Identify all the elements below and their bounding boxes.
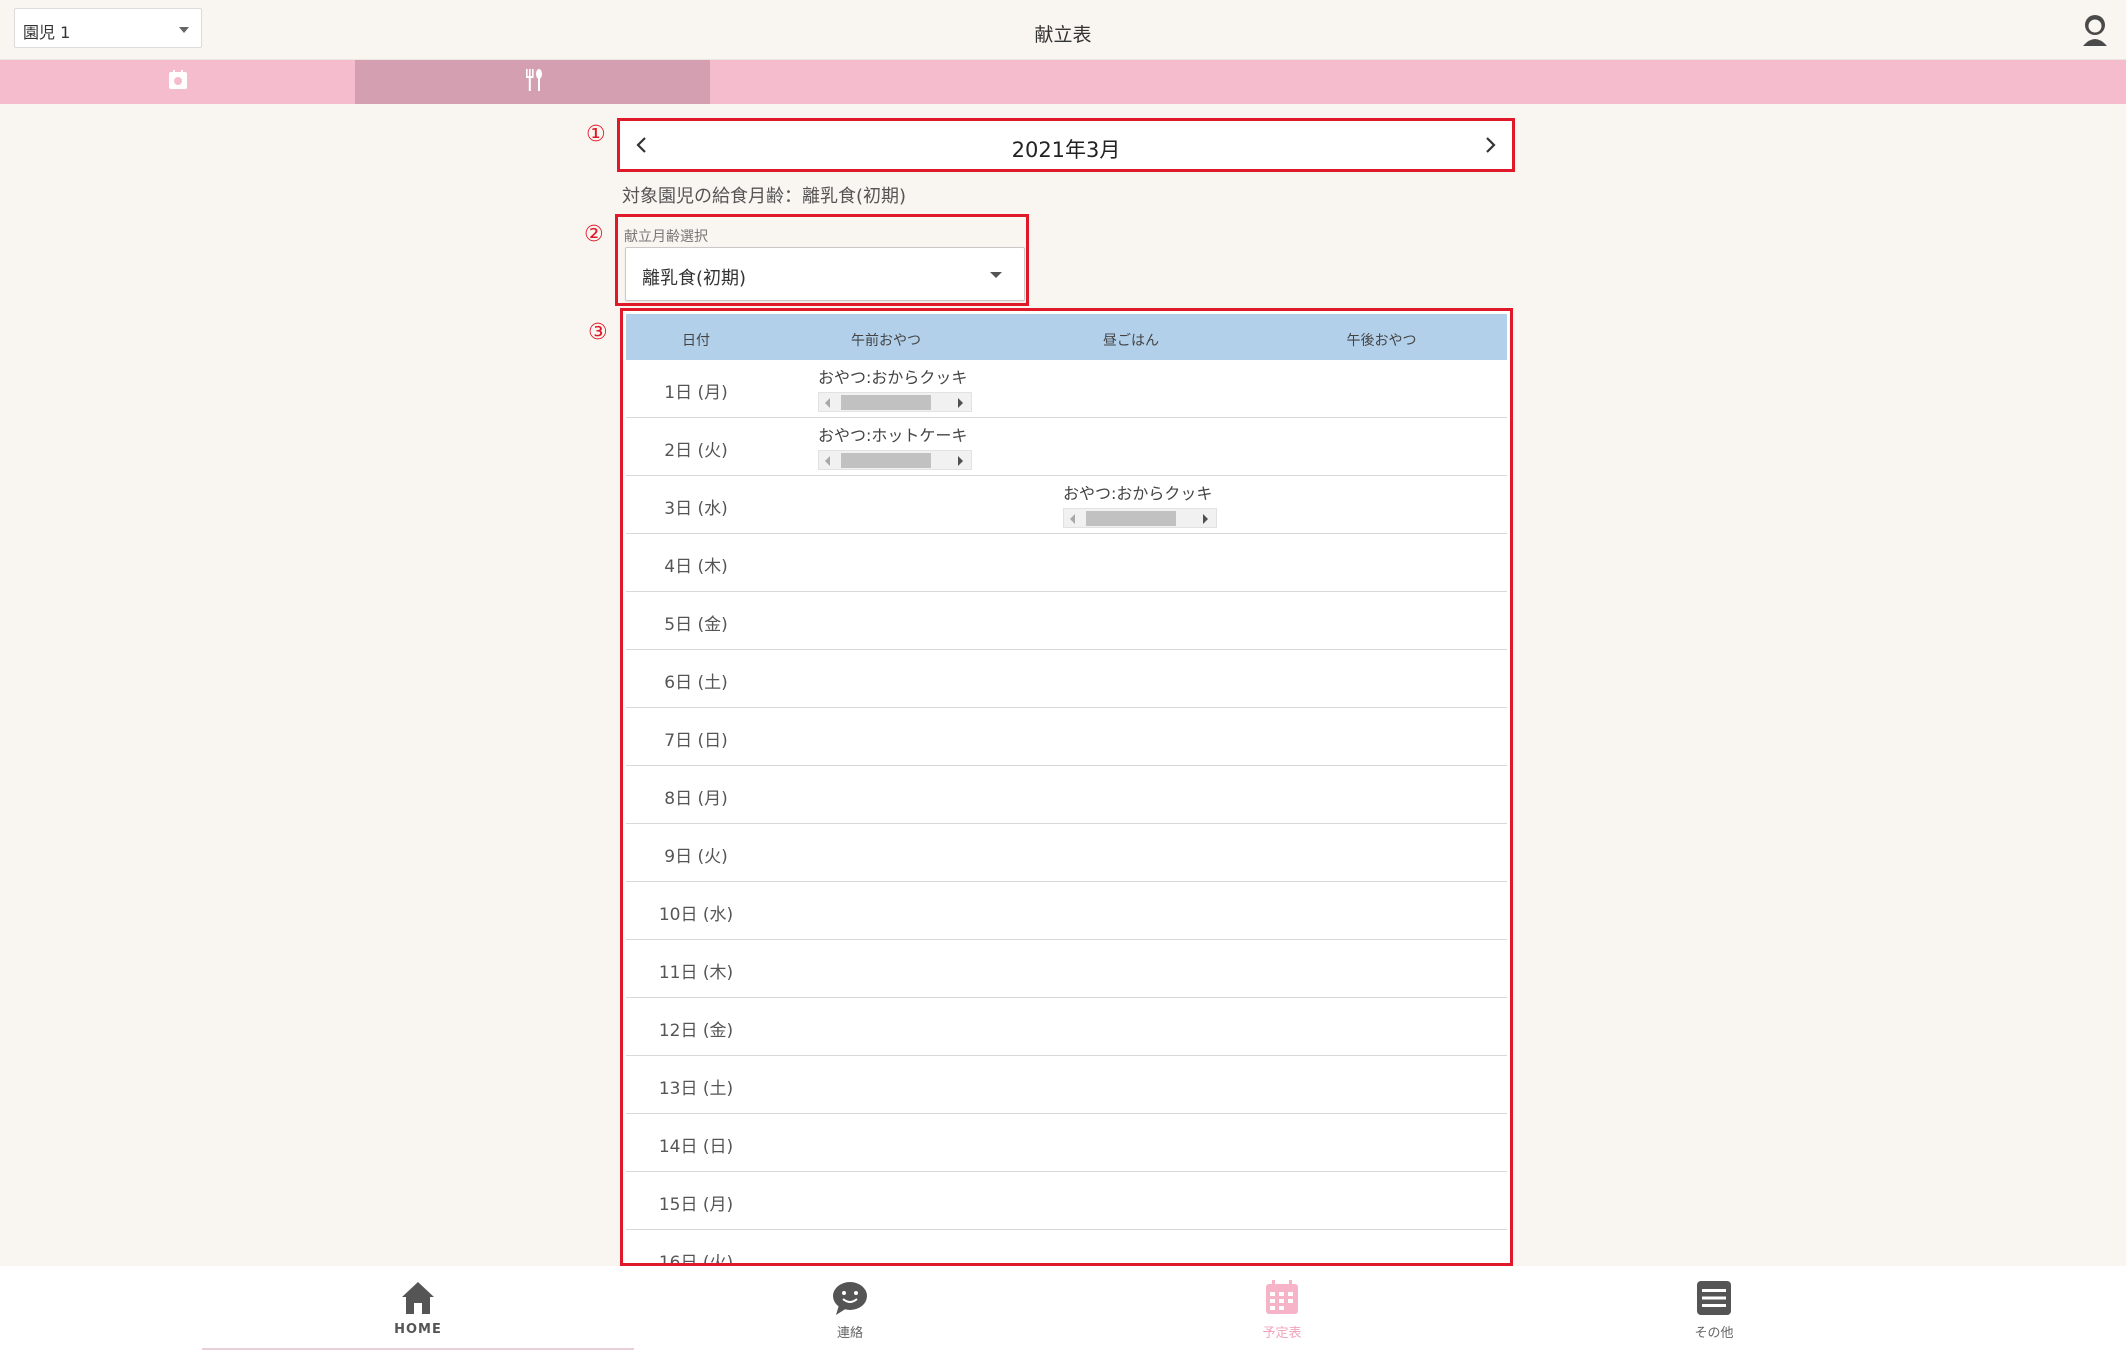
month-navigator: 2021年3月 xyxy=(617,118,1515,172)
table-row: 10日 (水) xyxy=(626,882,1507,940)
date-cell: 14日 (日) xyxy=(658,1137,734,1157)
user-avatar-icon[interactable] xyxy=(2080,14,2110,46)
home-icon xyxy=(398,1278,438,1318)
menu-table: 日付 午前おやつ 昼ごはん 午後おやつ 1日 (月) おやつ:おからクッキ 2日… xyxy=(620,308,1513,1266)
date-cell: 10日 (水) xyxy=(658,905,734,925)
scroll-right-icon[interactable] xyxy=(958,456,963,466)
table-row: 6日 (土) xyxy=(626,650,1507,708)
table-row: 5日 (金) xyxy=(626,592,1507,650)
table-row: 1日 (月) おやつ:おからクッキ xyxy=(626,360,1507,418)
scroll-right-icon[interactable] xyxy=(958,398,963,408)
scrollbar-thumb[interactable] xyxy=(1086,511,1176,526)
menu-age-select[interactable]: 離乳食(初期) xyxy=(625,247,1025,301)
meal-age-info: 対象園児の給食月齢：離乳食(初期) xyxy=(622,186,907,207)
date-cell: 9日 (火) xyxy=(664,847,728,867)
table-row: 9日 (火) xyxy=(626,824,1507,882)
calendar-icon xyxy=(1262,1278,1302,1318)
date-cell: 13日 (土) xyxy=(658,1079,734,1099)
nav-schedule[interactable]: 予定表 xyxy=(1066,1266,1498,1350)
annotation-number: ② xyxy=(584,222,604,247)
table-row: 4日 (木) xyxy=(626,534,1507,592)
scrollbar-thumb[interactable] xyxy=(841,395,931,410)
nav-home[interactable]: HOME xyxy=(202,1266,634,1350)
scroll-left-icon[interactable] xyxy=(1070,514,1075,524)
menu-age-select-value: 離乳食(初期) xyxy=(642,268,747,289)
menu-age-select-group: 献立月齢選択 離乳食(初期) xyxy=(615,214,1029,306)
date-cell: 3日 (水) xyxy=(664,499,728,519)
annotation-number: ① xyxy=(586,122,606,147)
menu-item-text[interactable]: おやつ:おからクッキ xyxy=(818,364,968,388)
nav-other[interactable]: その他 xyxy=(1498,1266,1930,1350)
menu-icon xyxy=(1694,1278,1734,1318)
table-row: 12日 (金) xyxy=(626,998,1507,1056)
category-tab-bar xyxy=(0,60,2126,104)
nav-schedule-label: 予定表 xyxy=(1262,1326,1302,1341)
table-row: 2日 (火) おやつ:ホットケーキ xyxy=(626,418,1507,476)
nav-contact-label: 連絡 xyxy=(836,1326,863,1341)
tab-notebook[interactable] xyxy=(0,60,355,104)
horizontal-scrollbar[interactable] xyxy=(818,392,972,412)
horizontal-scrollbar[interactable] xyxy=(818,450,972,470)
table-body: 1日 (月) おやつ:おからクッキ 2日 (火) おやつ:ホットケーキ 3日 (… xyxy=(626,360,1507,1266)
nav-other-label: その他 xyxy=(1694,1326,1734,1341)
date-cell: 7日 (日) xyxy=(664,731,728,751)
table-row: 8日 (月) xyxy=(626,766,1507,824)
morning-snack-cell: おやつ:ホットケーキ xyxy=(818,422,978,470)
table-row: 14日 (日) xyxy=(626,1114,1507,1172)
page-title: 献立表 xyxy=(1034,24,1092,46)
column-header-morning-snack: 午前おやつ xyxy=(851,333,921,349)
lunch-cell: おやつ:おからクッキ xyxy=(1063,480,1223,528)
table-row: 3日 (水) おやつ:おからクッキ xyxy=(626,476,1507,534)
menu-item-text[interactable]: おやつ:おからクッキ xyxy=(1063,480,1213,504)
column-header-date: 日付 xyxy=(682,333,710,349)
date-cell: 11日 (木) xyxy=(658,963,734,983)
nav-contact[interactable]: 連絡 xyxy=(634,1266,1066,1350)
scrollbar-thumb[interactable] xyxy=(841,453,931,468)
date-cell: 6日 (土) xyxy=(664,673,728,693)
annotation-number: ③ xyxy=(588,320,608,345)
column-header-afternoon-snack: 午後おやつ xyxy=(1346,333,1417,349)
menu-item-text[interactable]: おやつ:ホットケーキ xyxy=(818,422,968,446)
table-row: 7日 (日) xyxy=(626,708,1507,766)
menu-age-select-label: 献立月齢選択 xyxy=(624,229,708,245)
table-row: 15日 (月) xyxy=(626,1172,1507,1230)
morning-snack-cell: おやつ:おからクッキ xyxy=(818,364,978,412)
table-row: 16日 (火) xyxy=(626,1230,1507,1266)
column-header-lunch: 昼ごはん xyxy=(1103,333,1159,349)
nav-home-label: HOME xyxy=(394,1322,442,1337)
scroll-left-icon[interactable] xyxy=(825,456,830,466)
horizontal-scrollbar[interactable] xyxy=(1063,508,1217,528)
bottom-navigation: HOME 連絡 予定表 その他 xyxy=(0,1266,2126,1350)
date-cell: 12日 (金) xyxy=(658,1021,734,1041)
scroll-left-icon[interactable] xyxy=(825,398,830,408)
next-month-button[interactable] xyxy=(1478,133,1502,157)
chevron-right-icon xyxy=(1486,137,1496,153)
chevron-down-icon xyxy=(990,272,1002,278)
table-row: 11日 (木) xyxy=(626,940,1507,998)
date-cell: 8日 (月) xyxy=(664,789,728,809)
month-label: 2021年3月 xyxy=(1011,138,1121,162)
date-cell: 4日 (木) xyxy=(664,557,728,577)
scroll-right-icon[interactable] xyxy=(1203,514,1208,524)
table-row: 13日 (土) xyxy=(626,1056,1507,1114)
date-cell: 5日 (金) xyxy=(664,615,728,635)
date-cell: 1日 (月) xyxy=(664,383,728,403)
chevron-down-icon xyxy=(179,27,189,33)
date-cell: 2日 (火) xyxy=(664,441,728,461)
app-header: 献立表 園児 1 xyxy=(0,0,2126,60)
chat-icon xyxy=(830,1278,870,1318)
date-cell: 15日 (月) xyxy=(658,1195,734,1215)
fork-spoon-icon xyxy=(522,68,544,96)
tab-meal-menu[interactable] xyxy=(355,60,710,104)
child-select[interactable]: 園児 1 xyxy=(14,8,202,48)
child-select-value: 園児 1 xyxy=(23,23,71,42)
table-header: 日付 午前おやつ 昼ごはん 午後おやつ xyxy=(626,314,1507,360)
date-cell: 16日 (火) xyxy=(658,1253,734,1266)
notebook-icon xyxy=(167,69,189,95)
